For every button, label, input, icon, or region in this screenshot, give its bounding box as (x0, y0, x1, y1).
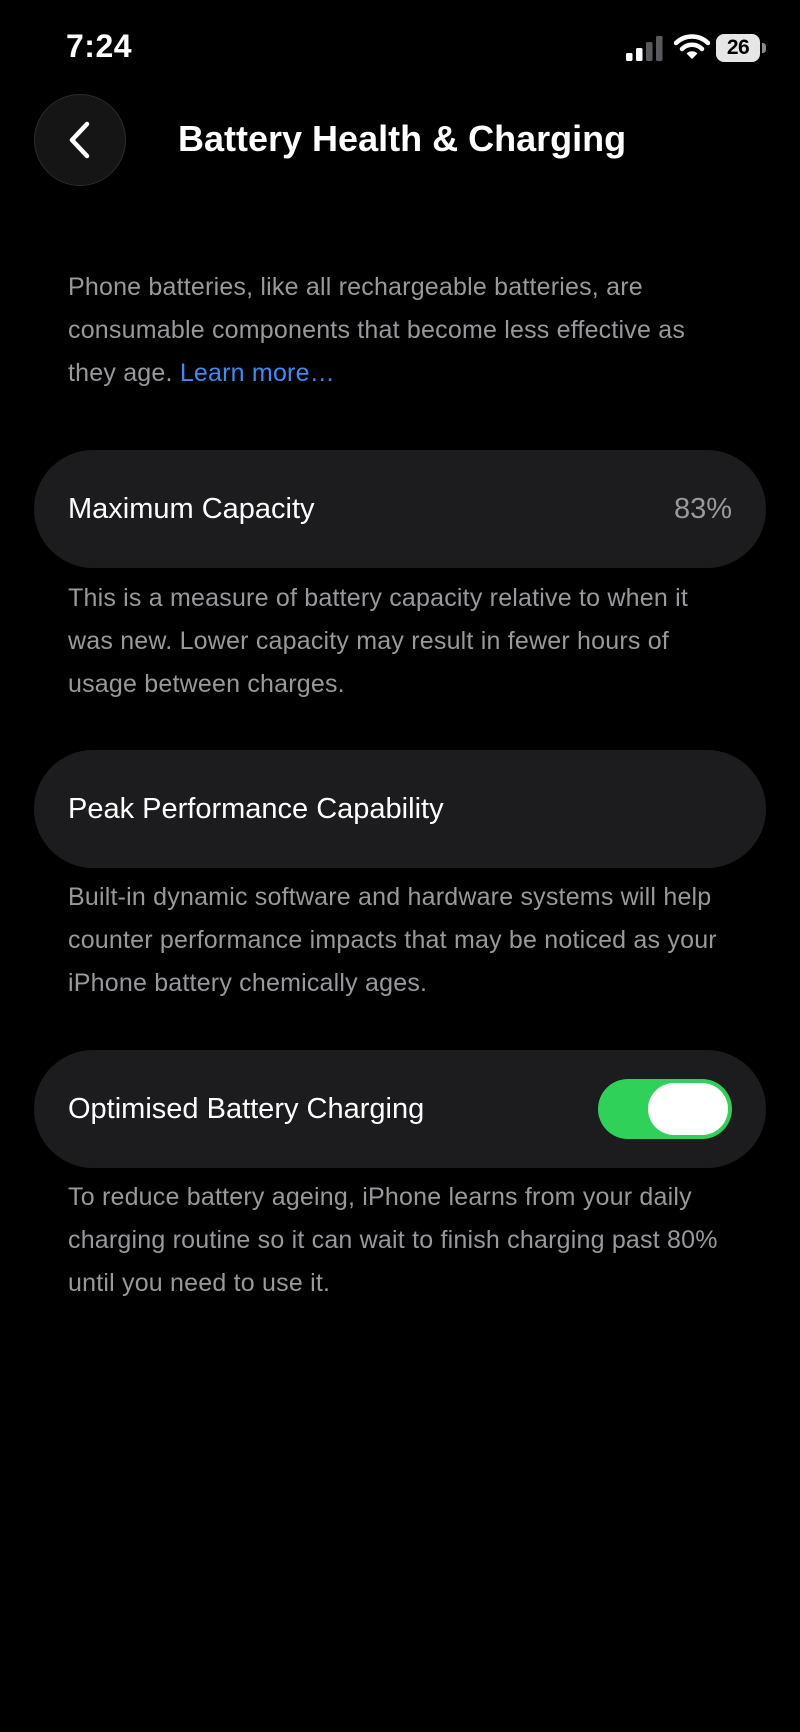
signal-icon (626, 36, 663, 61)
page-title: Battery Health & Charging (178, 118, 627, 159)
battery-nub (762, 43, 766, 53)
intro-description: Phone batteries, like all rechargeable b… (68, 273, 686, 387)
toggle-knob (648, 1083, 728, 1135)
battery-icon: 26 (716, 34, 766, 62)
maximum-capacity-label: Maximum Capacity (68, 493, 315, 525)
maximum-capacity-footer: This is a measure of battery capacity re… (68, 584, 689, 698)
chevron-left-icon (69, 121, 90, 159)
intro-text: Phone batteries, like all rechargeable b… (68, 266, 740, 395)
peak-performance-label: Peak Performance Capability (68, 793, 444, 825)
back-button[interactable] (34, 94, 126, 186)
status-bar: 7:24 26 (0, 0, 800, 100)
learn-more-link[interactable]: Learn more… (180, 359, 335, 387)
battery-level: 26 (716, 34, 760, 62)
optimised-charging-footer: To reduce battery ageing, iPhone learns … (68, 1183, 718, 1297)
optimised-charging-label: Optimised Battery Charging (68, 1093, 425, 1125)
peak-performance-row[interactable]: Peak Performance Capability (34, 750, 766, 868)
peak-performance-footer: Built-in dynamic software and hardware s… (68, 883, 717, 997)
wifi-icon (674, 34, 710, 59)
status-time: 7:24 (66, 28, 133, 64)
optimised-charging-row: Optimised Battery Charging (34, 1050, 766, 1168)
maximum-capacity-row: Maximum Capacity 83% (34, 450, 766, 568)
maximum-capacity-value: 83% (673, 493, 732, 525)
optimised-charging-toggle[interactable] (598, 1079, 732, 1139)
